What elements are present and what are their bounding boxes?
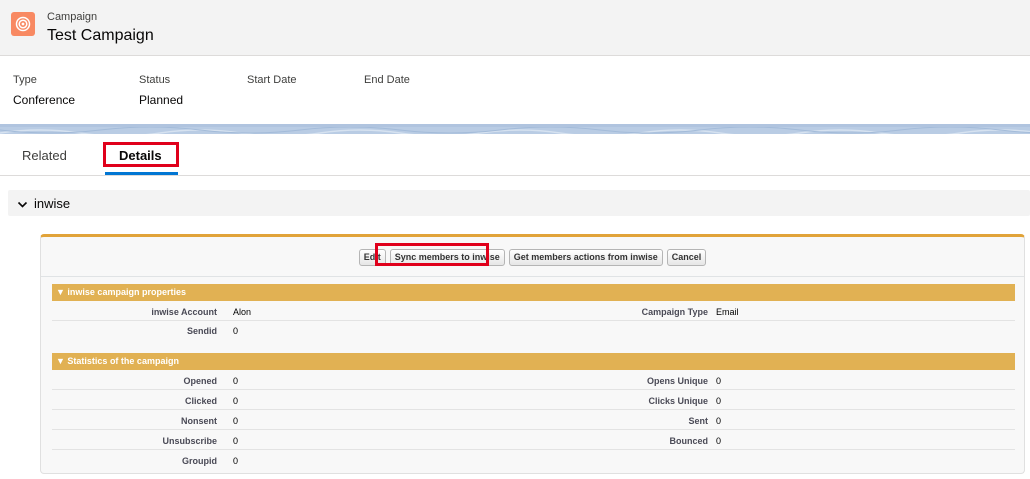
divider	[41, 276, 1024, 277]
field-label: Nonsent	[181, 416, 217, 426]
table-row: Sendid 0	[52, 321, 1015, 340]
field-label: Clicked	[184, 396, 217, 406]
highlight-label: Start Date	[247, 74, 297, 86]
field-value: 0	[233, 326, 239, 336]
tab-related[interactable]: Related	[22, 148, 67, 163]
field-label: Groupid	[182, 456, 217, 466]
field-value: 0	[233, 376, 239, 386]
highlight-box	[103, 142, 179, 167]
record-title: Test Campaign	[47, 27, 154, 44]
section-inwise[interactable]: inwise	[8, 190, 1030, 216]
field-value: 0	[233, 456, 239, 466]
decorative-banner	[0, 124, 1030, 134]
properties-section-header[interactable]: ▼ inwise campaign properties	[52, 284, 1015, 301]
highlight-end-date: End Date	[364, 74, 410, 93]
table-row: Nonsent 0 Sent 0	[52, 411, 1015, 430]
highlight-label: Type	[13, 74, 37, 86]
campaign-icon	[11, 12, 35, 36]
field-value: 0	[233, 396, 239, 406]
field-value: 0	[716, 396, 722, 406]
field-label: Opens Unique	[646, 376, 708, 386]
highlight-type: Type Conference	[13, 74, 75, 107]
get-members-actions-button[interactable]: Get members actions from inwise	[508, 249, 663, 266]
table-row: Unsubscribe 0 Bounced 0	[52, 431, 1015, 450]
field-label: Opened	[183, 376, 217, 386]
highlight-start-date: Start Date	[247, 74, 297, 93]
field-value: Alon	[233, 307, 252, 317]
page-block-buttons: Edit Sync members to inwise Get members …	[41, 249, 1024, 266]
highlight-status: Status Planned	[139, 74, 183, 107]
section-header-label: inwise campaign properties	[67, 287, 186, 297]
statistics-section-header[interactable]: ▼ Statistics of the campaign	[52, 353, 1015, 370]
cancel-button[interactable]: Cancel	[666, 249, 707, 266]
field-value: 0	[233, 416, 239, 426]
field-label: Campaign Type	[641, 307, 708, 317]
table-row: inwise Account Alon Campaign Type Email	[52, 302, 1015, 321]
field-value: 0	[716, 376, 722, 386]
inwise-page-block: Edit Sync members to inwise Get members …	[40, 234, 1025, 474]
field-label: Sendid	[186, 326, 217, 336]
chevron-down-icon	[17, 197, 28, 215]
record-header: Campaign Test Campaign	[0, 0, 1030, 56]
field-label: Clicks Unique	[648, 396, 708, 406]
field-label: Sent	[688, 416, 708, 426]
section-title: inwise	[34, 196, 71, 211]
field-label: Bounced	[669, 436, 708, 446]
active-tab-indicator	[105, 172, 178, 175]
highlight-label: Status	[139, 74, 171, 86]
table-row: Opened 0 Opens Unique 0	[52, 371, 1015, 390]
field-value: Email	[716, 307, 739, 317]
field-label: inwise Account	[151, 307, 217, 317]
highlight-box	[375, 243, 489, 266]
field-value: 0	[716, 416, 722, 426]
table-row: Groupid 0	[52, 451, 1015, 470]
field-label: Unsubscribe	[162, 436, 217, 446]
highlight-label: End Date	[364, 74, 410, 86]
field-value: 0	[233, 436, 239, 446]
highlight-value: Planned	[139, 93, 184, 107]
section-header-label: Statistics of the campaign	[67, 356, 179, 366]
table-row: Clicked 0 Clicks Unique 0	[52, 391, 1015, 410]
highlights-panel: Type Conference Status Planned Start Dat…	[0, 57, 1030, 124]
field-value: 0	[716, 436, 722, 446]
object-type-label: Campaign	[47, 11, 98, 23]
highlight-value: Conference	[13, 93, 76, 107]
